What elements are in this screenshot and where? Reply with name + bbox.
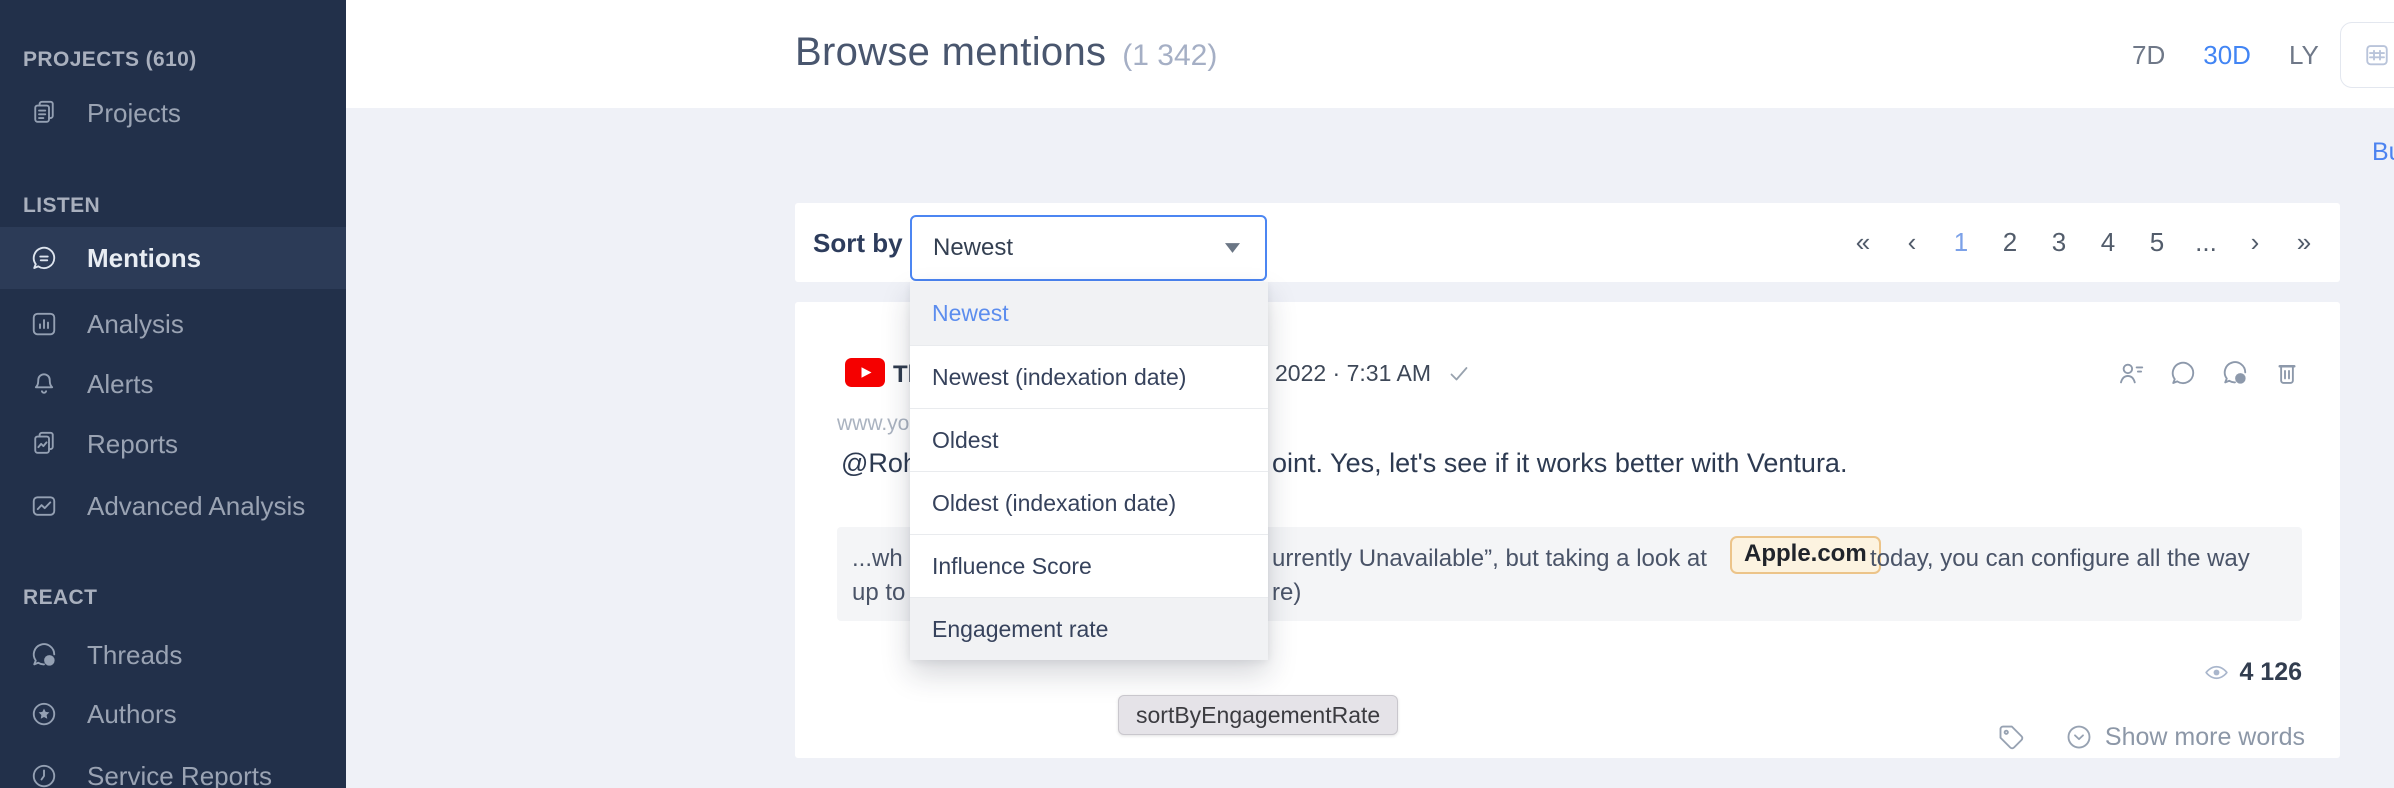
chevron-down-icon [1225,243,1240,253]
youtube-icon [845,358,885,387]
tag-icon[interactable] [1996,722,2026,752]
sidebar-item-label: Authors [87,699,177,730]
range-7d[interactable]: 7D [2132,40,2165,71]
clipped-link[interactable]: Bu [2372,138,2394,167]
reports-icon [29,429,59,459]
mentions-icon [29,243,59,273]
sidebar-section-projects: PROJECTS (610) [23,48,197,72]
sort-option-oldest-indexation[interactable]: Oldest (indexation date) [910,471,1268,534]
views-counter: 4 126 [2203,658,2302,687]
element-name-tooltip: sortByEngagementRate [1118,695,1398,735]
pagination-page-4[interactable]: 4 [2096,227,2120,258]
excerpt-line1-mid: urrently Unavailable”, but taking a look… [1272,543,1707,575]
mention-body-end: oint. Yes, let's see if it works better … [1272,448,1847,479]
sidebar-item-service-reports[interactable]: Service Reports [0,747,346,788]
sidebar-section-listen: LISTEN [23,194,100,218]
excerpt-line2-start: up to [852,577,905,609]
sidebar-item-label: Analysis [87,309,184,340]
sidebar-item-advanced-analysis[interactable]: Advanced Analysis [0,477,346,535]
pagination-page-5[interactable]: 5 [2145,227,2169,258]
sidebar-item-label: Mentions [87,243,201,274]
calendar-icon [2362,40,2392,70]
pagination: « ‹ 1 2 3 4 5 ... › » [1851,203,2316,282]
pagination-page-3[interactable]: 3 [2047,227,2071,258]
comment-icon[interactable] [2168,358,2198,388]
mentions-count: (1 342) [1122,39,1217,73]
excerpt-line1-start: ...wh [852,543,903,575]
sidebar-item-label: Reports [87,429,178,460]
alerts-icon [29,369,59,399]
sort-select[interactable]: Newest [910,215,1267,281]
eye-icon [2203,659,2230,686]
date-range-switcher: 7D 30D LY [2132,40,2319,71]
sort-select-value: Newest [933,234,1013,262]
pagination-ellipsis: ... [2194,227,2218,258]
sidebar-item-threads[interactable]: Threads [0,626,346,684]
excerpt-line2-end: re) [1272,577,1301,609]
sidebar-item-label: Threads [87,640,182,671]
page-title: Browse mentions [795,30,1106,75]
sidebar-item-analysis[interactable]: Analysis [0,295,346,353]
mention-body-start: @Roh [841,448,918,479]
sidebar-item-alerts[interactable]: Alerts [0,355,346,413]
sidebar-item-reports[interactable]: Reports [0,415,346,473]
sidebar-item-authors[interactable]: Authors [0,685,346,743]
sidebar-item-label: Service Reports [87,761,272,788]
sort-option-influence-score[interactable]: Influence Score [910,534,1268,597]
sidebar-item-label: Advanced Analysis [87,491,305,522]
mention-url[interactable]: www.yo [837,412,909,436]
sort-option-oldest[interactable]: Oldest [910,408,1268,471]
sidebar-item-label: Alerts [87,369,153,400]
app-window: PROJECTS (610) Projects LISTEN Mentions … [0,0,2394,788]
thread-icon[interactable] [2220,358,2250,388]
keyword-highlight: Apple.com [1730,536,1881,574]
analysis-icon [29,309,59,339]
sort-toolbar: Sort by Newest « ‹ 1 2 3 4 5 ... › » [795,203,2340,282]
views-value: 4 126 [2239,658,2302,687]
author-details-icon[interactable] [2116,358,2146,388]
trash-icon[interactable] [2272,358,2302,388]
pagination-last[interactable]: » [2292,227,2316,258]
sidebar-item-label: Projects [87,98,181,129]
mention-date: 2022 · 7:31 AM [1275,360,1471,387]
advanced-analysis-icon [29,491,59,521]
sidebar-item-mentions[interactable]: Mentions [0,227,346,289]
sort-by-label: Sort by [813,228,903,259]
projects-icon [29,98,59,128]
chevron-circle-down-icon [2064,722,2094,752]
mention-footer: Show more words [1996,722,2305,752]
sort-option-engagement-rate[interactable]: Engagement rate [910,597,1268,660]
sort-dropdown: Newest Newest (indexation date) Oldest O… [910,282,1268,660]
show-more-words[interactable]: Show more words [2064,722,2305,752]
sort-option-newest[interactable]: Newest [910,282,1268,345]
pagination-next[interactable]: › [2243,227,2267,258]
sort-option-newest-indexation[interactable]: Newest (indexation date) [910,345,1268,408]
sidebar-section-react: REACT [23,586,97,610]
mention-actions [2116,358,2302,388]
pagination-prev[interactable]: ‹ [1900,227,1924,258]
pagination-page-1[interactable]: 1 [1949,227,1973,258]
page-title-row: Browse mentions (1 342) [795,30,1217,75]
authors-icon [29,699,59,729]
mention-date-text: 2022 · 7:31 AM [1275,360,1431,387]
range-ly[interactable]: LY [2289,40,2319,71]
sidebar-item-projects[interactable]: Projects [0,84,346,142]
check-icon [1447,362,1471,386]
threads-icon [29,640,59,670]
range-30d[interactable]: 30D [2203,40,2251,71]
pagination-page-2[interactable]: 2 [1998,227,2022,258]
service-reports-icon [29,761,59,788]
sidebar: PROJECTS (610) Projects LISTEN Mentions … [0,0,346,788]
page-header: Browse mentions (1 342) 7D 30D LY [346,0,2394,108]
calendar-button[interactable] [2340,22,2394,88]
show-more-label: Show more words [2105,723,2305,752]
excerpt-line1-end: today, you can configure all the way [1870,543,2250,575]
pagination-first[interactable]: « [1851,227,1875,258]
